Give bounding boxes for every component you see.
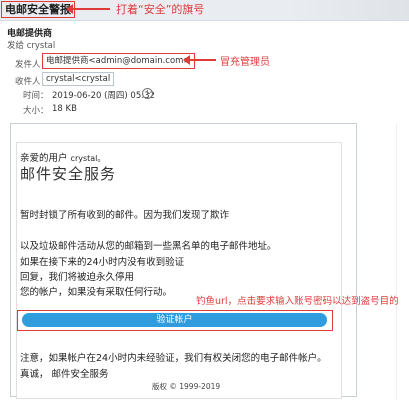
toolbar-fade bbox=[289, 0, 409, 20]
body-line: 暂时封锁了所有收到的邮件。因为我们发现了欺诈 bbox=[20, 210, 230, 221]
from-address[interactable]: 电邮提供商<admin@domain.com> bbox=[42, 53, 195, 69]
annotation-arrow-line bbox=[188, 59, 216, 61]
greeting: 亲爱的用户 crystal。 bbox=[20, 150, 105, 164]
time-label: 时间： bbox=[23, 91, 49, 101]
service-title: 邮件安全服务 bbox=[20, 165, 117, 183]
size-value: 18 KB bbox=[52, 104, 77, 114]
body-line: 以及垃圾邮件活动从您的邮箱到一些黑名单的电子邮件地址。 bbox=[20, 241, 277, 252]
divider bbox=[396, 123, 397, 400]
annotation-phish-text: 钓鱼url，点击要求输入账号密码以达到盗号目的 bbox=[196, 296, 399, 307]
body-line: 回复，我们将被迫永久停用 bbox=[20, 272, 135, 283]
sender-display-name[interactable]: 电邮提供商 bbox=[7, 26, 52, 39]
annotation-flag-text: 打着“安全”的旗号 bbox=[116, 3, 205, 16]
email-subject: 电邮安全警报 bbox=[1, 1, 75, 18]
body-line: 您的帐户，如果没有采取任何行动。 bbox=[20, 287, 173, 298]
signature-line: 真诚， 邮件安全服务 bbox=[20, 369, 109, 380]
to-address[interactable]: crystal<crystal bbox=[42, 72, 115, 86]
size-label: 大小： bbox=[23, 106, 49, 116]
time-value: 2019-06-20 (周四) 05:32 bbox=[52, 91, 155, 101]
warning-line: 注意，如果帐户在24小时内未经验证，我们有权关闭您的电子邮件帐户。 bbox=[20, 353, 327, 364]
greeting-name: crystal。 bbox=[70, 154, 106, 163]
verify-account-button[interactable]: 验证帐户 bbox=[22, 313, 327, 327]
clock-icon[interactable] bbox=[142, 88, 153, 99]
annotation-arrow-line bbox=[70, 8, 110, 10]
copyright: 版权 © 1999-2019 bbox=[152, 382, 221, 391]
sent-to-line: 发给 crystal bbox=[7, 41, 56, 51]
annotation-impersonate-text: 冒充管理员 bbox=[220, 57, 270, 68]
body-line: 如果在接下来的24小时内没有收到验证 bbox=[20, 257, 185, 268]
